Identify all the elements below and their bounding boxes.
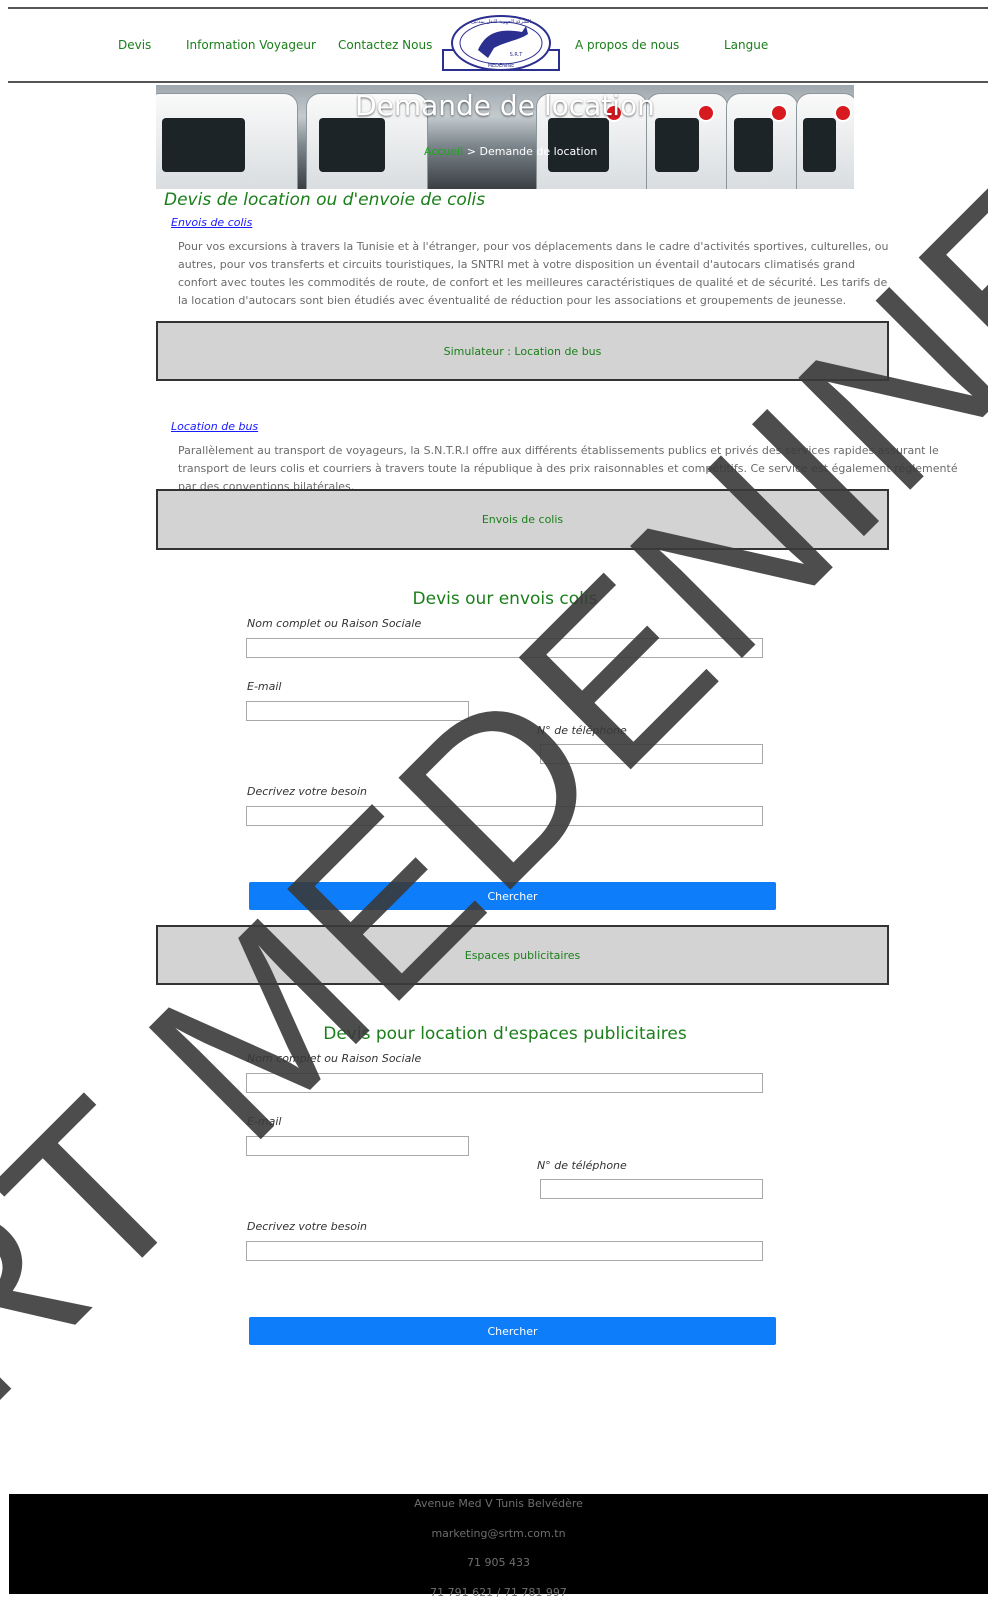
srtm-logo[interactable]: الشركة الجهوية للنقل بمدنين S.R.T MEDENI… [442,14,560,72]
nav-information-voyageur[interactable]: Information Voyageur [186,38,316,52]
intro-paragraph: Pour vos excursions à travers la Tunisie… [178,240,889,307]
envois-de-colis-link[interactable]: Envois de colis [171,216,252,229]
page-title: Devis de location ou d'envoie de colis [164,190,486,210]
form1-name-input[interactable] [246,638,763,658]
envois-de-colis-box[interactable]: Envois de colis [156,489,889,550]
form1-phone-input[interactable] [540,744,763,764]
footer-address: Avenue Med V Tunis Belvédère [414,1497,583,1510]
form1-title: Devis our envois colis [412,589,598,609]
breadcrumb-home-link[interactable]: Accueil [424,145,463,158]
form1-phone-label: N° de téléphone [537,724,627,737]
nav-langue[interactable]: Langue [724,38,768,52]
form1-email-input[interactable] [246,701,469,721]
form1-email-label: E-mail [247,680,282,693]
envois-de-colis-label: Envois de colis [481,513,564,526]
logo-arabic-text: الشركة الجهوية للنقل بمدنين [471,19,531,25]
form2-email-input[interactable] [246,1136,469,1156]
nav-a-propos[interactable]: A propos de nous [575,38,679,52]
hero-title: Demande de location [355,89,655,122]
form2-title: Devis pour location d'espaces publicitai… [323,1024,687,1044]
logo-srt-text: S.R.T [510,52,524,58]
footer-phone-2: 71 791 621 / 71 781 997 [430,1586,567,1599]
form2-need-label: Decrivez votre besoin [247,1220,367,1233]
form2-name-label: Nom complet ou Raison Sociale [247,1052,422,1065]
form2-email-label: E-mail [247,1115,282,1128]
nav-devis[interactable]: Devis [118,38,151,52]
breadcrumb-separator: > [466,145,476,158]
nav-contactez-nous[interactable]: Contactez Nous [338,38,432,52]
simulateur-location-bus-box[interactable]: Simulateur : Location de bus [156,321,889,381]
breadcrumb: Accueil > Demande de location [424,145,597,158]
form2-phone-label: N° de téléphone [537,1159,627,1172]
simulateur-label: Simulateur : Location de bus [443,344,602,358]
footer: Avenue Med V Tunis Belvédère marketing@s… [9,1494,988,1599]
form1-need-input[interactable] [246,806,763,826]
header-bottom-rule [8,81,988,83]
espaces-publicitaires-box[interactable]: Espaces publicitaires [156,925,889,985]
breadcrumb-current: Demande de location [479,145,598,158]
colis-paragraph: Parallèlement au transport de voyageurs,… [178,444,958,493]
form2-chercher-button[interactable]: Chercher [249,1317,776,1345]
form1-name-label: Nom complet ou Raison Sociale [247,617,422,630]
form2-phone-input[interactable] [540,1179,763,1199]
logo-city-text: MEDENINE [488,63,515,69]
footer-email[interactable]: marketing@srtm.com.tn [9,1527,988,1540]
hero-banner: Demande de location Accueil > Demande de… [156,85,854,189]
location-de-bus-link[interactable]: Location de bus [171,420,258,433]
footer-phone-1: 71 905 433 [467,1556,530,1569]
espaces-publicitaires-label: Espaces publicitaires [464,948,581,962]
header-top-rule [8,7,988,9]
form1-need-label: Decrivez votre besoin [247,785,367,798]
form2-name-input[interactable] [246,1073,763,1093]
form2-need-input[interactable] [246,1241,763,1261]
form1-chercher-button[interactable]: Chercher [249,882,776,910]
